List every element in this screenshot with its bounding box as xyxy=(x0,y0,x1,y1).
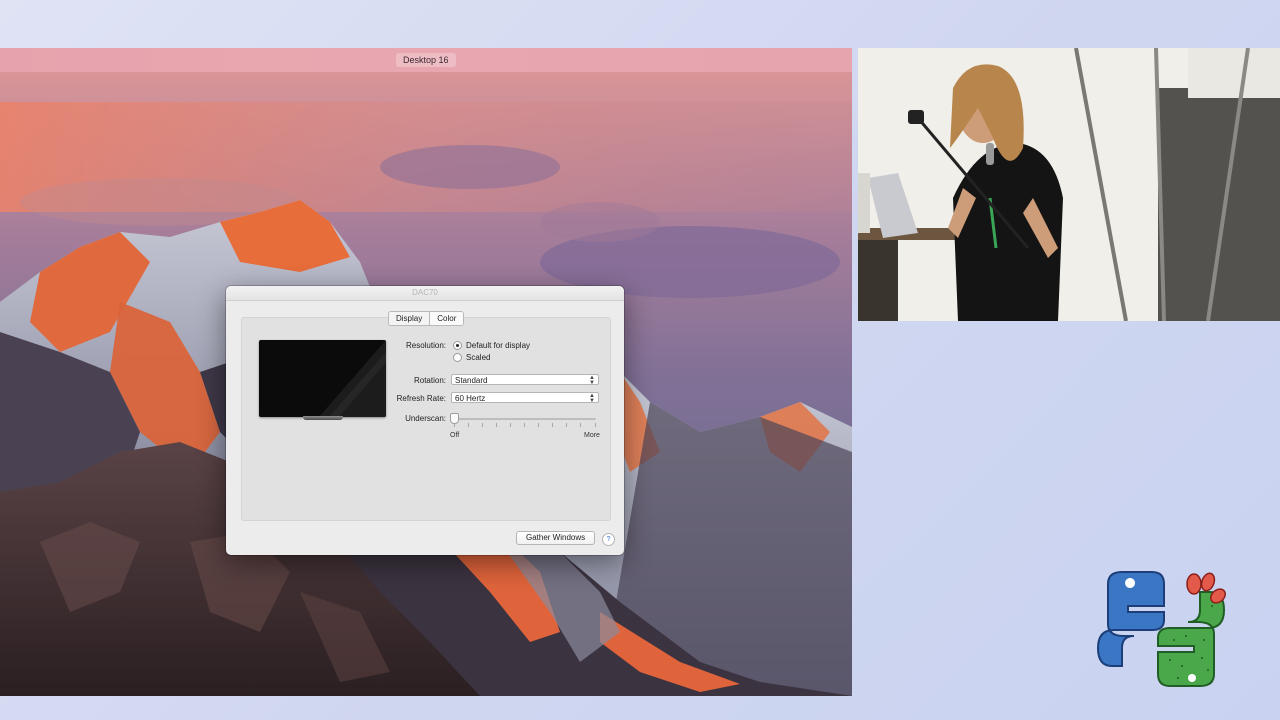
rotation-value: Standard xyxy=(455,376,488,385)
refresh-rate-label: Refresh Rate: xyxy=(396,394,446,403)
radio-selected-icon[interactable] xyxy=(453,341,462,350)
window-title: DAC70 xyxy=(226,286,624,301)
desktop-screen: Desktop 16 DAC70 Display Color Resolutio… xyxy=(0,48,852,696)
refresh-rate-select[interactable]: 60 Hertz ▲ ▼ xyxy=(451,392,599,404)
speaker-video-feed xyxy=(858,48,1280,321)
settings-panel: Resolution: Default for display Scaled R… xyxy=(241,317,611,521)
underscan-slider-track[interactable] xyxy=(454,418,596,420)
resolution-default-option[interactable]: Default for display xyxy=(453,341,530,350)
resolution-scaled-option[interactable]: Scaled xyxy=(453,353,490,362)
rotation-select[interactable]: Standard ▲ ▼ xyxy=(451,374,599,386)
underscan-ticks xyxy=(454,423,596,427)
radio-unselected-icon[interactable] xyxy=(453,353,462,362)
tab-color[interactable]: Color xyxy=(430,312,464,325)
underscan-label: Underscan: xyxy=(405,414,446,423)
monitor-glare-icon xyxy=(319,340,386,417)
speaker-photo xyxy=(858,48,1280,321)
display-preferences-window: DAC70 Display Color Resolution: Default … xyxy=(226,286,624,555)
resolution-scaled-label: Scaled xyxy=(466,353,491,362)
resolution-default-label: Default for display xyxy=(466,341,531,350)
rotation-label: Rotation: xyxy=(413,376,446,385)
question-mark-icon[interactable]: ? xyxy=(602,533,615,546)
monitor-icon xyxy=(259,340,386,417)
gather-windows-button[interactable]: Gather Windows xyxy=(516,531,596,545)
underscan-slider-knob[interactable] xyxy=(450,413,459,424)
underscan-max-label: More xyxy=(584,432,600,439)
tab-display[interactable]: Display xyxy=(389,312,431,325)
python-cactus-logo-icon xyxy=(1096,571,1226,687)
desktop-space-label[interactable]: Desktop 16 xyxy=(396,53,456,67)
chevron-updown-icon: ▲ ▼ xyxy=(589,375,595,386)
mission-control-bar: Desktop 16 xyxy=(0,48,852,73)
segmented-tabs: Display Color xyxy=(388,311,465,326)
refresh-rate-value: 60 Hertz xyxy=(455,394,486,403)
chevron-updown-icon: ▲ ▼ xyxy=(589,393,595,404)
monitor-stand-icon xyxy=(303,416,343,420)
underscan-min-label: Off xyxy=(450,432,460,439)
resolution-label: Resolution: xyxy=(405,341,446,350)
